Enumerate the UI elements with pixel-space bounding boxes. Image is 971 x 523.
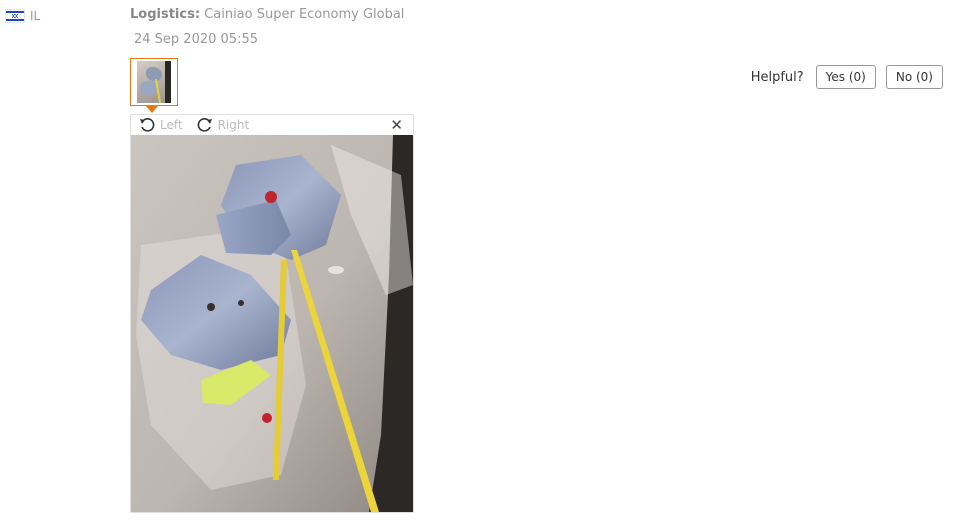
helpful-vote: Helpful? Yes (0) No (0) (751, 65, 943, 89)
rotate-left-label: Left (160, 118, 183, 132)
review-date: 24 Sep 2020 05:55 (134, 32, 258, 47)
country-code: IL (30, 9, 41, 23)
rotate-right-label: Right (217, 118, 250, 132)
review-photo-image (131, 135, 413, 512)
logistics-value: Cainiao Super Economy Global (204, 7, 405, 22)
rotate-left-icon (140, 118, 155, 132)
rotate-left-button[interactable]: Left (139, 117, 183, 133)
review-photo (131, 135, 413, 512)
reviewer-country: IL (5, 9, 40, 23)
review-photo-thumbnail[interactable] (130, 58, 178, 106)
rotate-right-icon (197, 118, 212, 132)
image-viewer: Left Right ✕ (130, 114, 414, 513)
logistics-label: Logistics: (130, 7, 201, 22)
israel-flag-icon (5, 9, 25, 23)
thumbnail-pointer-icon (146, 106, 158, 113)
helpful-question: Helpful? (750, 69, 804, 85)
viewer-toolbar: Left Right ✕ (131, 115, 413, 135)
thumbnail-image (137, 61, 171, 103)
close-viewer-button[interactable]: ✕ (390, 116, 403, 134)
review-item: IL Logistics: Cainiao Super Economy Glob… (0, 0, 971, 523)
logistics-info: Logistics: Cainiao Super Economy Global (130, 7, 404, 22)
helpful-no-button[interactable]: No (0) (885, 65, 943, 89)
helpful-yes-button[interactable]: Yes (0) (815, 65, 876, 89)
rotate-right-button[interactable]: Right (197, 117, 250, 133)
